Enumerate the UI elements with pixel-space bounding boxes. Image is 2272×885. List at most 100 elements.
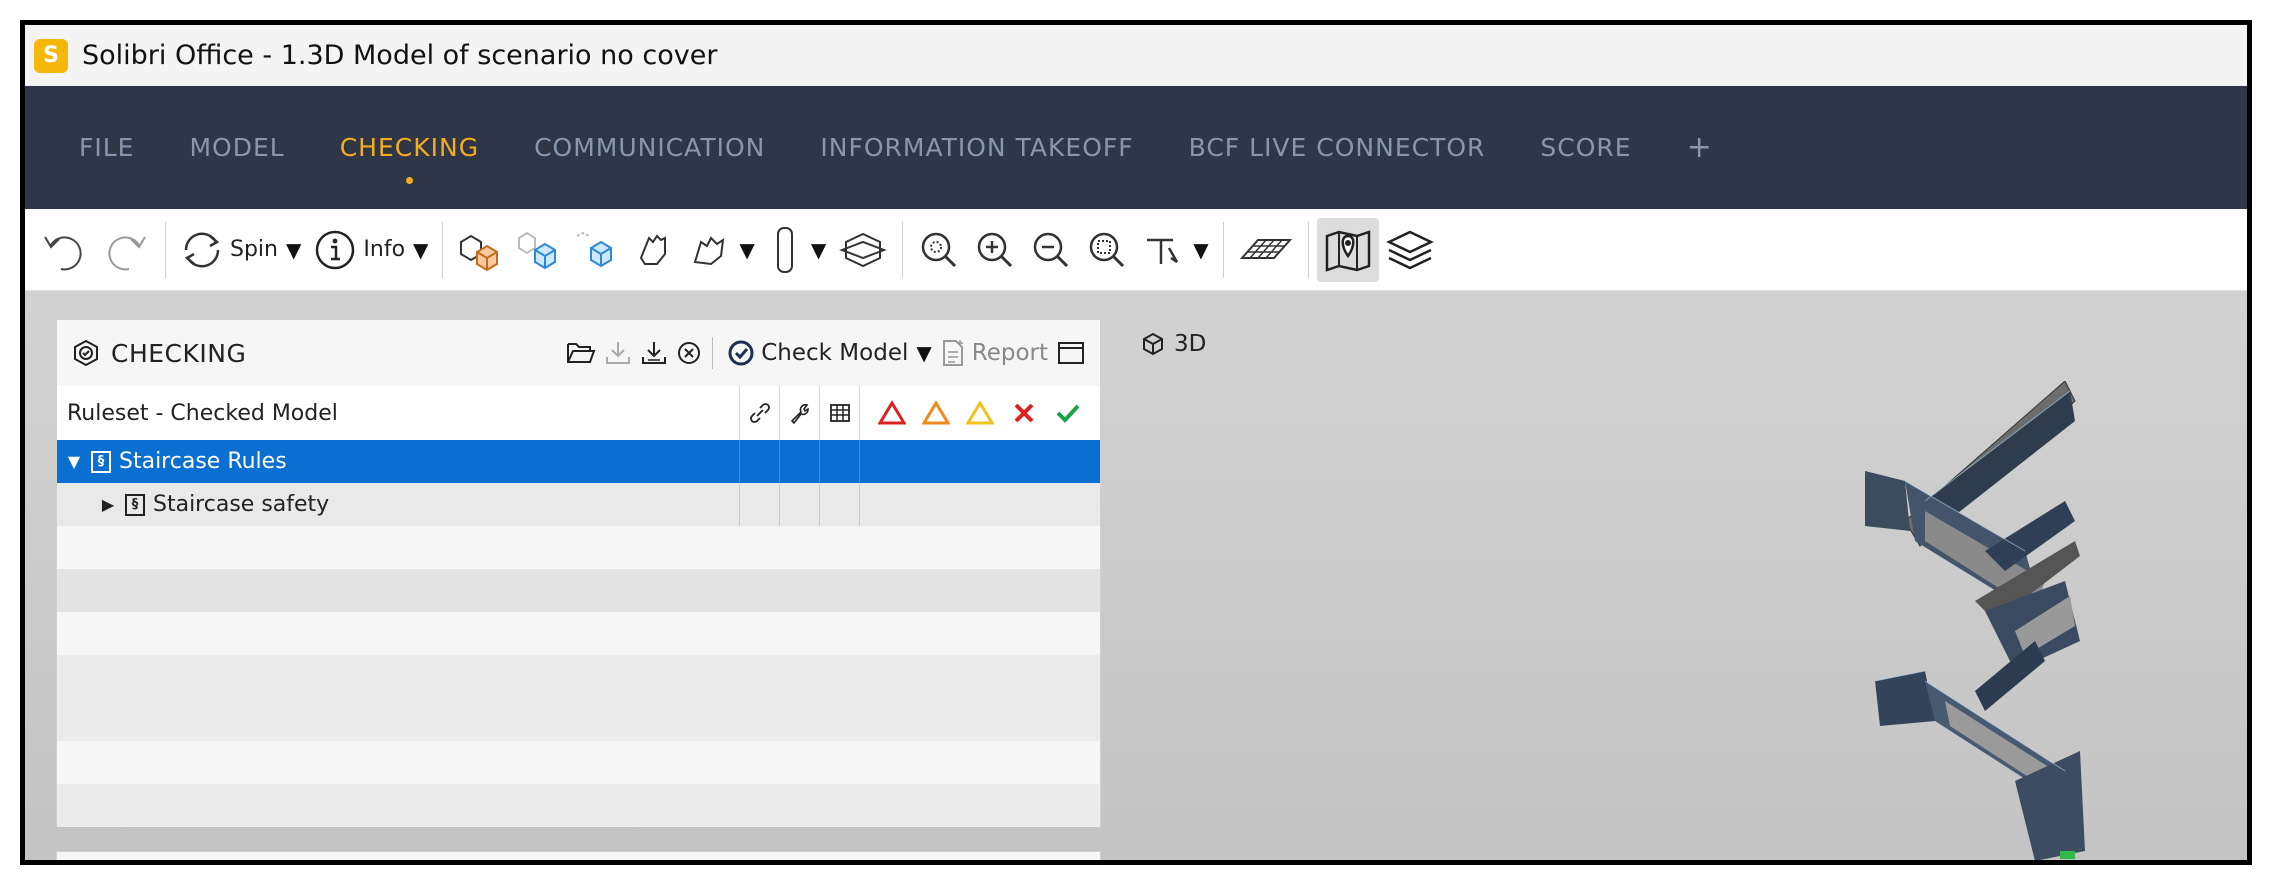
rule-label: Staircase safety <box>153 492 330 517</box>
ruleset-label: Staircase Rules <box>119 449 287 474</box>
section-plane-button[interactable] <box>832 218 894 282</box>
save-results-button[interactable] <box>604 339 632 367</box>
empty-row <box>57 741 1100 784</box>
cell-link <box>739 483 779 526</box>
severity-low-icon[interactable] <box>958 400 1002 426</box>
toolbar-separator <box>902 221 904 278</box>
empty-row <box>57 569 1100 612</box>
clear-results-button[interactable] <box>676 340 702 366</box>
hand-cursor-icon <box>640 233 667 265</box>
layers-icon <box>1385 230 1434 269</box>
column-header-ruleset: Ruleset - Checked Model <box>67 400 338 426</box>
tab-bcf-live-connector[interactable]: BCF LIVE CONNECTOR <box>1189 133 1486 162</box>
view-toolbar: Spin ▼ Info ▼ ▼ ▼ ▼ <box>25 209 2247 291</box>
chevron-down-icon[interactable]: ▼ <box>739 238 754 262</box>
staircase-model-3d[interactable] <box>1865 381 2165 865</box>
workspace: CHECKING Check Model ▼ Report Ruleset - … <box>25 291 2247 860</box>
rule-row-name: ▶ § Staircase safety <box>57 483 739 526</box>
cell-table <box>819 483 859 526</box>
checking-panel: CHECKING Check Model ▼ Report Ruleset - … <box>56 319 1101 827</box>
wrench-icon <box>790 403 809 425</box>
column-header-link[interactable] <box>739 386 779 440</box>
chevron-down-icon[interactable]: ▼ <box>916 341 931 365</box>
toolbar-separator <box>165 221 166 278</box>
open-ruleset-button[interactable] <box>566 340 596 366</box>
hide-selected-button[interactable] <box>509 218 567 282</box>
3d-view-tab[interactable]: 3D <box>1140 331 1206 357</box>
cube-blue-icon <box>576 231 613 267</box>
zoom-fit-button[interactable] <box>911 218 967 282</box>
spin-icon <box>184 232 220 267</box>
spin-button[interactable]: Spin ▼ <box>174 218 307 282</box>
measure-button[interactable]: ▼ <box>1135 218 1214 282</box>
close-circle-icon <box>678 342 701 364</box>
checking-panel-title: CHECKING <box>111 338 247 368</box>
zoom-in-button[interactable] <box>967 218 1023 282</box>
column-header-table[interactable] <box>819 386 859 440</box>
tab-model[interactable]: MODEL <box>189 133 284 162</box>
ruleset-row[interactable]: ▼ § Staircase Rules <box>57 440 1100 483</box>
zoom-out-icon <box>1033 232 1069 267</box>
report-button[interactable]: Report <box>940 338 1048 368</box>
section-cube-icon <box>839 232 888 267</box>
toolbar-separator <box>442 221 444 278</box>
link-icon <box>749 403 770 423</box>
cube-outline-icon <box>1143 332 1163 356</box>
rule-row[interactable]: ▶ § Staircase safety <box>57 483 1100 526</box>
column-header-parameters[interactable] <box>779 386 819 440</box>
tab-information-takeoff[interactable]: INFORMATION TAKEOFF <box>820 133 1133 162</box>
expand-caret-icon[interactable]: ▶ <box>97 495 119 514</box>
hand-visibility-icon <box>694 235 725 265</box>
spin-label: Spin <box>230 237 278 262</box>
grid-plane-icon <box>1239 238 1292 259</box>
folder-open-icon <box>567 343 596 363</box>
solibri-logo-icon: S <box>34 38 68 73</box>
check-circle-icon <box>728 340 754 366</box>
application-window: S Solibri Office - 1.3D Model of scenari… <box>20 20 2252 865</box>
add-tab-button[interactable]: + <box>1687 130 1712 165</box>
chevron-down-icon[interactable]: ▼ <box>1193 238 1208 262</box>
check-model-button[interactable]: Check Model ▼ <box>727 339 932 367</box>
show-all-components-button[interactable] <box>451 218 509 282</box>
tab-communication[interactable]: COMMUNICATION <box>534 133 765 162</box>
maximize-panel-button[interactable] <box>1056 339 1086 367</box>
layers-button[interactable] <box>1379 218 1441 282</box>
title-bar: S Solibri Office - 1.3D Model of scenari… <box>25 25 2247 86</box>
info-label: Info <box>363 237 406 262</box>
severity-moderate-icon[interactable] <box>914 400 958 426</box>
3d-view-label: 3D <box>1174 331 1207 357</box>
accepted-icon[interactable] <box>1046 400 1090 426</box>
rejected-icon[interactable] <box>1002 400 1046 426</box>
redo-button[interactable] <box>95 218 157 282</box>
severity-critical-icon[interactable] <box>870 400 914 426</box>
chevron-down-icon[interactable]: ▼ <box>413 238 428 262</box>
info-button[interactable]: Info ▼ <box>307 218 434 282</box>
export-results-button[interactable] <box>640 339 668 367</box>
zoom-fit-icon <box>921 232 957 267</box>
rule-icon: § <box>125 493 145 516</box>
map-pin-icon <box>1325 229 1370 272</box>
cell-link <box>739 440 779 483</box>
visibility-tools-button[interactable] <box>625 218 681 282</box>
measure-icon <box>1147 238 1179 264</box>
zoom-in-icon <box>977 232 1013 267</box>
info-icon <box>316 230 355 269</box>
chevron-down-icon[interactable]: ▼ <box>811 238 826 262</box>
tab-file[interactable]: FILE <box>79 133 134 162</box>
window-title: Solibri Office - 1.3D Model of scenario … <box>82 40 718 71</box>
grid-button[interactable] <box>1232 218 1300 282</box>
cell-parameters <box>779 440 819 483</box>
map-button[interactable] <box>1316 217 1379 282</box>
expand-caret-icon[interactable]: ▼ <box>63 452 85 471</box>
chevron-down-icon[interactable]: ▼ <box>286 238 301 262</box>
zoom-selected-button[interactable] <box>1079 218 1135 282</box>
isolate-selected-button[interactable] <box>567 218 625 282</box>
tab-checking[interactable]: CHECKING <box>340 133 479 184</box>
undo-button[interactable] <box>33 218 95 282</box>
zoom-out-button[interactable] <box>1023 218 1079 282</box>
secondary-panel <box>56 851 1101 860</box>
cubes-orange-icon <box>460 234 499 271</box>
visibility-options-button[interactable]: ▼ <box>681 218 760 282</box>
tab-score[interactable]: SCORE <box>1540 133 1631 162</box>
section-box-button[interactable]: ▼ <box>761 218 832 282</box>
